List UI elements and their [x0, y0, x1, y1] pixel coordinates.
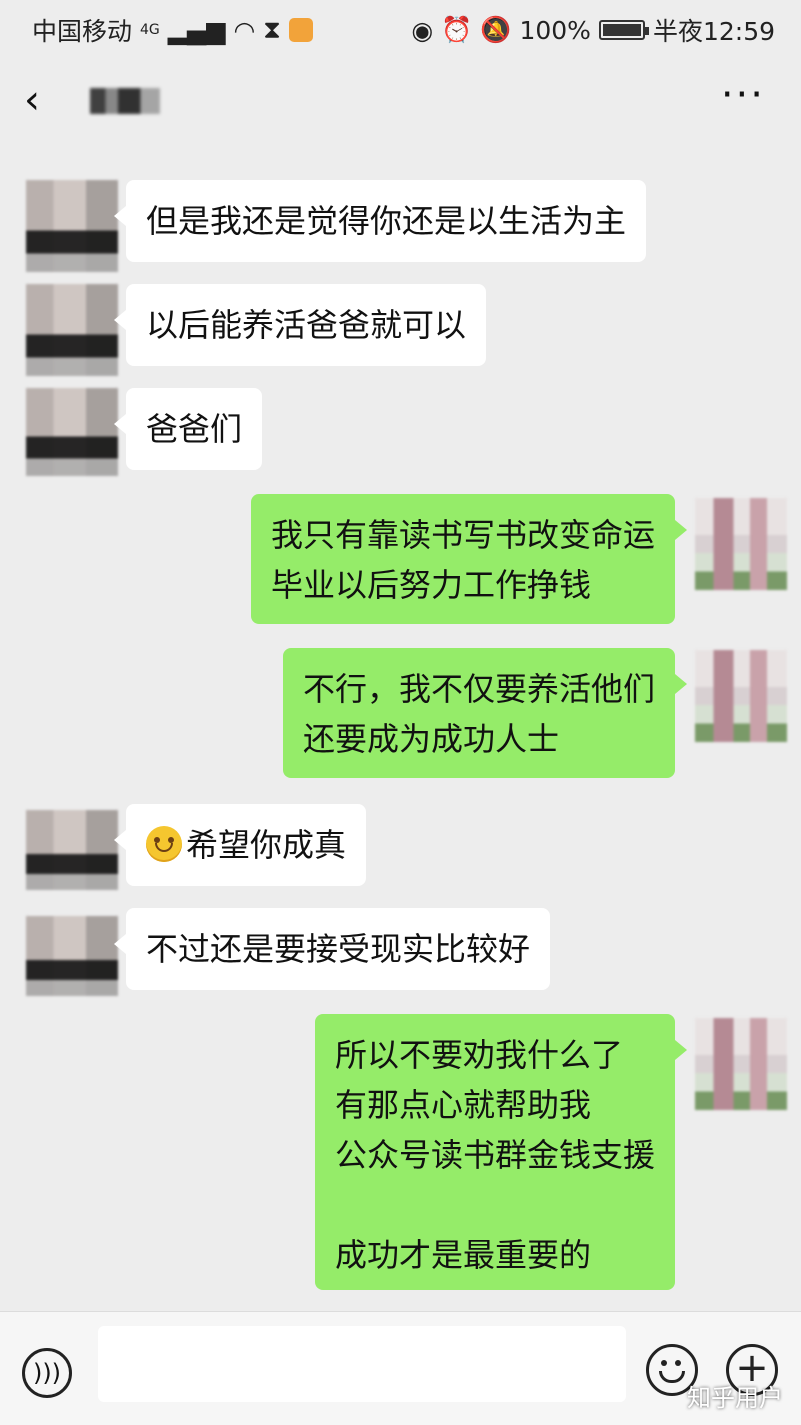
avatar[interactable] [26, 180, 118, 272]
wifi-icon: ◠ [233, 15, 256, 45]
message-text: 所以不要劝我什么了 [334, 1036, 623, 1074]
message-text: 还要成为成功人士 [302, 720, 559, 758]
message-row: 不过还是要接受现实比较好 [0, 908, 801, 996]
avatar[interactable] [695, 498, 787, 590]
message-bubble[interactable]: 爸爸们 [113, 388, 263, 470]
hourglass-icon: ⧗ [263, 15, 281, 44]
watermark: 知乎用户 [687, 1384, 783, 1412]
alarm-icon: ⏰ [441, 15, 473, 44]
avatar[interactable] [26, 916, 118, 996]
avatar[interactable] [695, 650, 787, 742]
battery-icon [598, 20, 649, 40]
message-text: 不过还是要接受现实比较好 [146, 930, 531, 968]
message-row: 我只有靠读书写书改变命运 毕业以后努力工作挣钱 [0, 494, 801, 624]
message-text: 不行，我不仅要养活他们 [302, 670, 655, 708]
message-bubble[interactable]: 不行，我不仅要养活他们 还要成为成功人士 [282, 648, 688, 778]
message-text: 我只有靠读书写书改变命运 [270, 516, 655, 554]
message-bubble[interactable]: 我只有靠读书写书改变命运 毕业以后努力工作挣钱 [250, 494, 688, 624]
message-text: 爸爸们 [146, 410, 243, 448]
message-row: 不行，我不仅要养活他们 还要成为成功人士 [0, 648, 801, 778]
network-type-label: 4G [140, 22, 160, 38]
message-text: 但是我还是觉得你还是以生活为主 [146, 202, 627, 240]
contact-name-redacted [90, 88, 160, 114]
battery-percent: 100% [519, 15, 591, 45]
eye-icon: ◉ [411, 15, 434, 45]
message-text: 毕业以后努力工作挣钱 [270, 566, 591, 604]
message-row: 以后能养活爸爸就可以 [0, 284, 801, 376]
voice-icon[interactable]: ))) [22, 1348, 72, 1398]
clock-time: 半夜12:59 [652, 17, 775, 46]
more-icon[interactable]: ··· [721, 72, 765, 118]
message-bubble[interactable]: 但是我还是觉得你还是以生活为主 [113, 180, 647, 262]
avatar[interactable] [26, 284, 118, 376]
message-text: 成功才是最重要的 [334, 1236, 591, 1274]
message-bubble[interactable]: 以后能养活爸爸就可以 [113, 284, 487, 366]
message-text-content: 希望你成真 [186, 826, 347, 864]
chevron-left-icon[interactable]: ‹ [24, 78, 40, 122]
message-row: 所以不要劝我什么了 有那点心就帮助我 公众号读书群金钱支援 成功才是最重要的 [0, 1014, 801, 1290]
status-bar: 中国移动 4G ▂▄▆ ◠ ⧗ ◉ ⏰ 🔕 100% 半夜12:59 [0, 0, 801, 56]
message-text [335, 1180, 655, 1230]
message-row: 但是我还是觉得你还是以生活为主 [0, 180, 801, 272]
signal-icon: ▂▄▆ [167, 15, 226, 45]
carrier-label: 中国移动 [32, 17, 133, 46]
message-text: 有那点心就帮助我 [334, 1086, 591, 1124]
avatar[interactable] [695, 1018, 787, 1110]
message-bubble[interactable]: 希望你成真 [113, 804, 367, 886]
message-row: 希望你成真 [0, 804, 801, 890]
app-notification-icon [288, 18, 313, 42]
message-bubble[interactable]: 所以不要劝我什么了 有那点心就帮助我 公众号读书群金钱支援 成功才是最重要的 [314, 1014, 688, 1290]
message-text: 希望你成真 [146, 820, 346, 870]
chat-header: ‹ ··· [0, 64, 801, 144]
avatar[interactable] [26, 388, 118, 476]
message-text: 以后能养活爸爸就可以 [146, 306, 467, 344]
input-bar: ))) + [0, 1311, 801, 1425]
message-text: 公众号读书群金钱支援 [334, 1136, 655, 1174]
avatar[interactable] [26, 810, 118, 890]
smile-emoji-icon [146, 826, 182, 862]
mute-icon: 🔕 [480, 15, 512, 44]
message-bubble[interactable]: 不过还是要接受现实比较好 [113, 908, 551, 990]
message-input[interactable] [98, 1326, 626, 1402]
message-row: 爸爸们 [0, 388, 801, 476]
